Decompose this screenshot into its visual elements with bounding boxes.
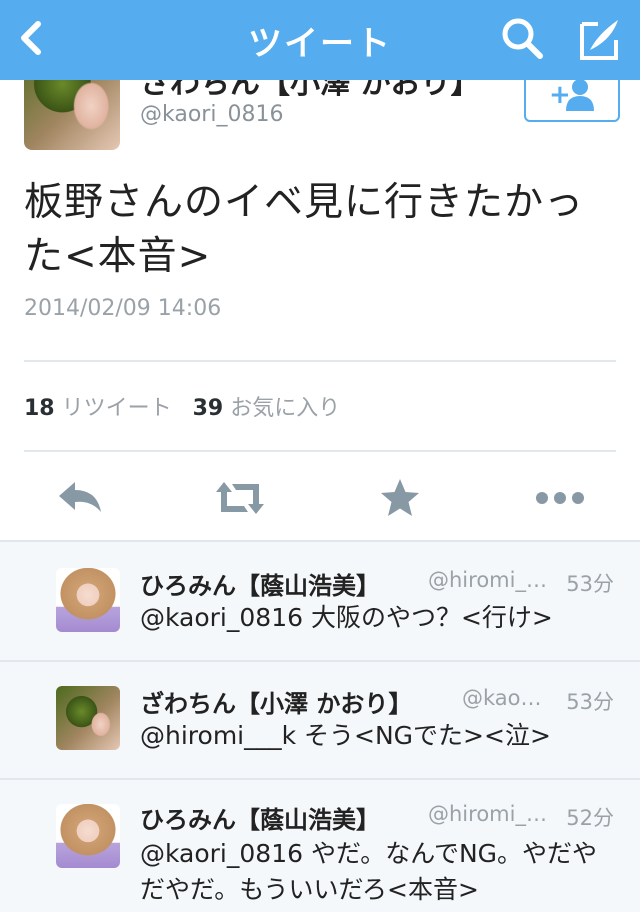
add-user-icon: + (549, 79, 594, 111)
tweet-actions (0, 456, 640, 540)
tweet-text: 板野さんのイベ見に行きたかった<本音> (24, 180, 585, 279)
reply-author-name: ざわちん【小澤 かおり】 (140, 690, 413, 718)
author-handle[interactable]: @kaori_0816 (140, 102, 283, 127)
favorite-button[interactable] (372, 474, 428, 522)
back-button[interactable] (14, 18, 50, 58)
tweet-detail-screen: ざわちん【小澤 かおり】 @kaori_0816 + ツイート 板野さんのイベ見… (0, 0, 640, 912)
divider (24, 360, 616, 362)
search-button[interactable] (498, 14, 546, 62)
retweet-icon (216, 482, 264, 514)
retweet-count[interactable]: 18 (24, 396, 55, 421)
reply-item[interactable]: ひろみん【蔭山浩美】 @hiromi_… 52分 @kaori_0816 やだ。… (0, 778, 640, 912)
divider (24, 450, 616, 452)
page-title: ツイート (248, 23, 392, 64)
favorite-count[interactable]: 39 (193, 396, 224, 421)
favorite-label[interactable]: お気に入り (230, 396, 340, 421)
retweet-label[interactable]: リツイート (62, 396, 172, 421)
reply-author-handle: @kao… (462, 686, 542, 710)
reply-author-handle: @hiromi_… (428, 568, 547, 592)
compose-icon (580, 20, 618, 60)
tweet-stats: 18 リツイート 39 お気に入り (24, 390, 340, 422)
reply-avatar[interactable] (56, 686, 120, 750)
reply-item[interactable]: ざわちん【小澤 かおり】 @kao… 53分 @hiromi___k そう<NG… (0, 660, 640, 778)
chevron-left-icon (21, 21, 41, 55)
search-icon (502, 18, 543, 59)
reply-item[interactable]: ひろみん【蔭山浩美】 @hiromi_… 53分 @kaori_0816 大阪の… (0, 540, 640, 660)
reply-text: @kaori_0816 大阪のやつ？<行け> (140, 603, 553, 632)
more-button[interactable] (532, 474, 588, 522)
star-icon (381, 479, 419, 516)
reply-time: 53分 (566, 690, 614, 714)
reply-author-name: ひろみん【蔭山浩美】 (140, 572, 380, 600)
reply-author-handle: @hiromi_… (428, 802, 547, 826)
reply-avatar[interactable] (56, 804, 120, 868)
tweet-timestamp: 2014/02/09 14:06 (24, 296, 222, 321)
reply-icon (59, 482, 101, 512)
reply-author-name: ひろみん【蔭山浩美】 (140, 806, 380, 834)
reply-button[interactable] (52, 474, 108, 522)
more-icon (536, 492, 584, 504)
reply-time: 53分 (566, 572, 614, 596)
reply-text: @hiromi___k そう<NGでた><泣> (140, 721, 551, 750)
reply-text: @kaori_0816 やだ。なんでNG。やだやだやだ。もういいだろ<本音> (140, 839, 598, 904)
reply-avatar[interactable] (56, 568, 120, 632)
retweet-button[interactable] (212, 474, 268, 522)
nav-header: ツイート (0, 0, 640, 80)
compose-button[interactable] (572, 12, 626, 66)
reply-time: 52分 (566, 806, 614, 830)
